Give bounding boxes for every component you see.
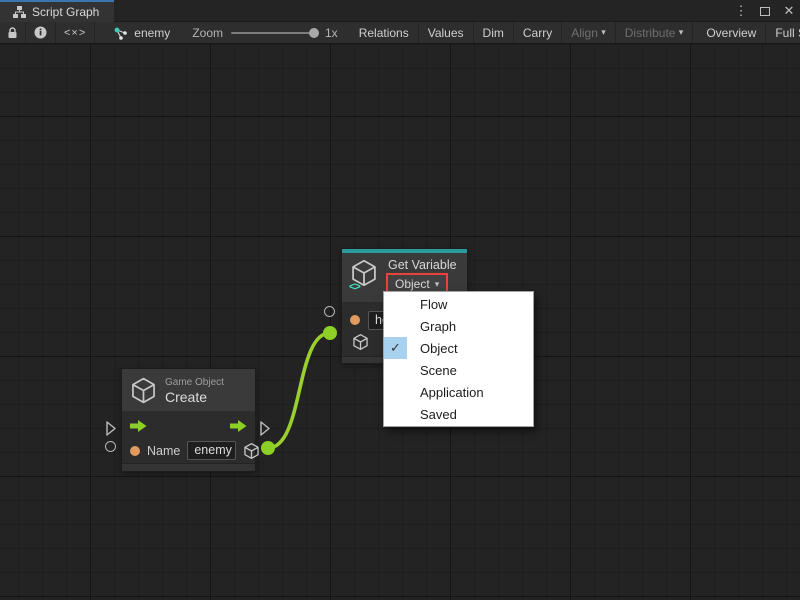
toolbar-button-fullscreen[interactable]: Full Screen <box>766 22 800 43</box>
node-create-header[interactable]: Game Object Create <box>122 369 255 411</box>
chevron-down-icon: ▾ <box>679 27 684 38</box>
cube-icon <box>130 376 157 405</box>
zoom-slider[interactable] <box>231 32 317 34</box>
check-icon: ✓ <box>384 337 407 359</box>
close-icon[interactable]: ✕ <box>782 3 796 19</box>
name-port-row: Name enemy <box>122 438 255 463</box>
node-get-variable-title: Get Variable <box>388 258 457 272</box>
chevron-down-icon: ▾ <box>435 279 440 290</box>
menu-item-flow[interactable]: Flow <box>384 293 533 315</box>
node-create[interactable]: Game Object Create Name enemy <box>121 368 256 472</box>
node-create-body: Name enemy <box>122 411 255 463</box>
variable-cube-icon: <> <box>350 258 380 290</box>
zoom-slider-handle[interactable] <box>309 28 319 38</box>
node-get-variable-titles: Get Variable Object ▾ <box>388 258 457 294</box>
zoom-value: 1x <box>325 26 338 40</box>
cube-icon[interactable] <box>243 442 260 460</box>
lock-button[interactable] <box>0 22 26 43</box>
name-input[interactable]: enemy <box>187 441 236 460</box>
maximize-icon[interactable] <box>758 4 772 19</box>
tab-script-graph[interactable]: Script Graph <box>0 0 114 22</box>
edit-source-button[interactable]: <×> <box>56 22 95 43</box>
toolbar-button-carry[interactable]: Carry <box>514 22 562 43</box>
menu-item-object[interactable]: ✓ Object <box>384 337 533 359</box>
toolbar-button-dim[interactable]: Dim <box>474 22 514 43</box>
code-icon: <×> <box>64 27 86 39</box>
toolbar-button-overview[interactable]: Overview <box>697 22 766 43</box>
flow-output-port[interactable] <box>260 421 270 436</box>
chevron-down-icon: ▾ <box>601 27 606 38</box>
hierarchy-icon <box>13 6 26 18</box>
flow-port-row <box>122 413 255 438</box>
zoom-control: Zoom 1x <box>180 22 349 43</box>
window-controls: ⋮ ✕ <box>734 0 796 22</box>
lock-icon <box>7 27 18 39</box>
zoom-label: Zoom <box>192 26 223 40</box>
menu-item-application[interactable]: Application <box>384 381 533 403</box>
name-input-port[interactable] <box>105 441 116 452</box>
graph-variable-icon <box>113 26 128 40</box>
toolbar-button-align[interactable]: Align ▾ <box>562 22 616 43</box>
tab-title: Script Graph <box>32 5 99 19</box>
inspect-button[interactable] <box>26 22 56 43</box>
tab-strip: Script Graph ⋮ ✕ <box>0 0 800 22</box>
cube-icon[interactable] <box>352 333 369 351</box>
graph-breadcrumb[interactable]: enemy <box>95 22 180 43</box>
value-port-dot[interactable] <box>350 315 360 325</box>
node-create-titles: Game Object Create <box>165 376 224 405</box>
code-badge-icon: <> <box>349 281 360 293</box>
variable-scope-menu: Flow Graph ✓ Object Scene Application Sa… <box>383 291 534 427</box>
flow-input-port[interactable] <box>106 421 116 436</box>
flow-in-arrow-icon[interactable] <box>130 420 147 432</box>
variable-name-input-port[interactable] <box>324 306 335 317</box>
graph-name: enemy <box>134 26 170 40</box>
value-port-dot[interactable] <box>130 446 140 456</box>
node-create-title: Create <box>165 389 224 405</box>
toolbar-button-relations[interactable]: Relations <box>350 22 419 43</box>
info-icon <box>34 26 47 39</box>
window-menu-icon[interactable]: ⋮ <box>734 3 748 19</box>
name-label: Name <box>147 444 180 458</box>
toolbar-button-values[interactable]: Values <box>419 22 474 43</box>
node-create-footer <box>122 463 255 471</box>
flow-out-arrow-icon[interactable] <box>230 420 247 432</box>
menu-item-graph[interactable]: Graph <box>384 315 533 337</box>
graph-toolbar: <×> enemy Zoom 1x Relations Values Dim C… <box>0 22 800 44</box>
node-create-category: Game Object <box>165 376 224 389</box>
toolbar-button-distribute[interactable]: Distribute ▾ <box>616 22 694 43</box>
script-graph-window: Script Graph ⋮ ✕ <×> enemy <box>0 0 800 600</box>
menu-item-scene[interactable]: Scene <box>384 359 533 381</box>
menu-item-saved[interactable]: Saved <box>384 403 533 425</box>
